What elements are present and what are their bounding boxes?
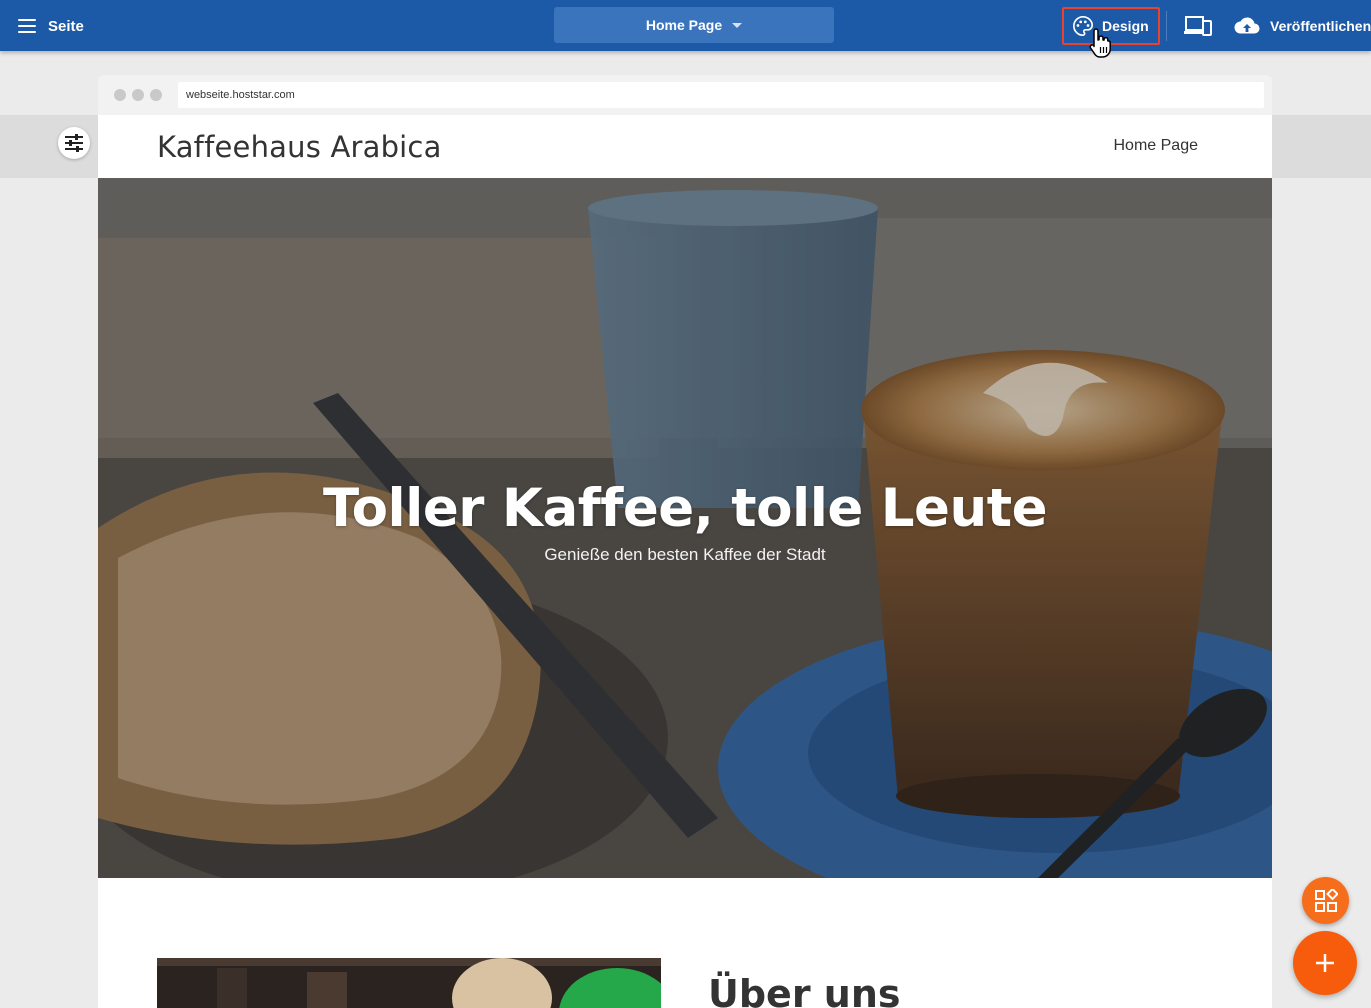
about-image-picture	[157, 958, 661, 1008]
cloud-upload-icon	[1234, 17, 1260, 34]
about-image[interactable]	[157, 958, 661, 1008]
add-element-button[interactable]	[1293, 931, 1357, 995]
page-select-label: Home Page	[645, 17, 723, 33]
hand-cursor-icon	[1089, 28, 1111, 58]
caret-down-icon	[732, 22, 743, 28]
hamburger-icon	[18, 19, 36, 33]
page-menu-label: Seite	[48, 17, 84, 35]
responsive-devices-icon	[1184, 16, 1212, 36]
publish-button[interactable]: Veröffentlichen	[1234, 13, 1371, 39]
section-settings-button[interactable]	[58, 127, 90, 159]
site-header[interactable]: Kaffeehaus Arabica Home Page	[98, 115, 1272, 178]
toolbar-divider	[1166, 11, 1167, 41]
page-menu-button[interactable]: Seite	[18, 13, 84, 39]
widgets-icon	[1314, 888, 1338, 912]
publish-label: Veröffentlichen	[1270, 18, 1371, 34]
about-title: Über uns	[708, 972, 901, 1008]
device-preview-button[interactable]	[1184, 15, 1212, 37]
sliders-icon	[65, 134, 83, 152]
browser-frame: webseite.hoststar.com	[98, 75, 1272, 115]
plus-icon	[1316, 954, 1334, 972]
page-select-dropdown[interactable]: Home Page	[554, 7, 834, 43]
editor-toolbar: Seite Home Page Design Veröffentlichen	[0, 0, 1371, 51]
hero-subtitle: Genieße den besten Kaffee der Stadt	[544, 545, 826, 564]
url-field: webseite.hoststar.com	[178, 82, 1264, 108]
hero-section[interactable]: Toller Kaffee, tolle Leute Genieße den b…	[98, 178, 1272, 878]
widgets-button[interactable]	[1302, 877, 1349, 924]
site-title: Kaffeehaus Arabica	[157, 130, 442, 164]
window-dots	[114, 89, 162, 101]
nav-item-home[interactable]: Home Page	[1114, 137, 1199, 155]
hero-title: Toller Kaffee, tolle Leute	[322, 478, 1048, 539]
website-canvas: Kaffeehaus Arabica Home Page Toller Kaff…	[98, 115, 1272, 1008]
